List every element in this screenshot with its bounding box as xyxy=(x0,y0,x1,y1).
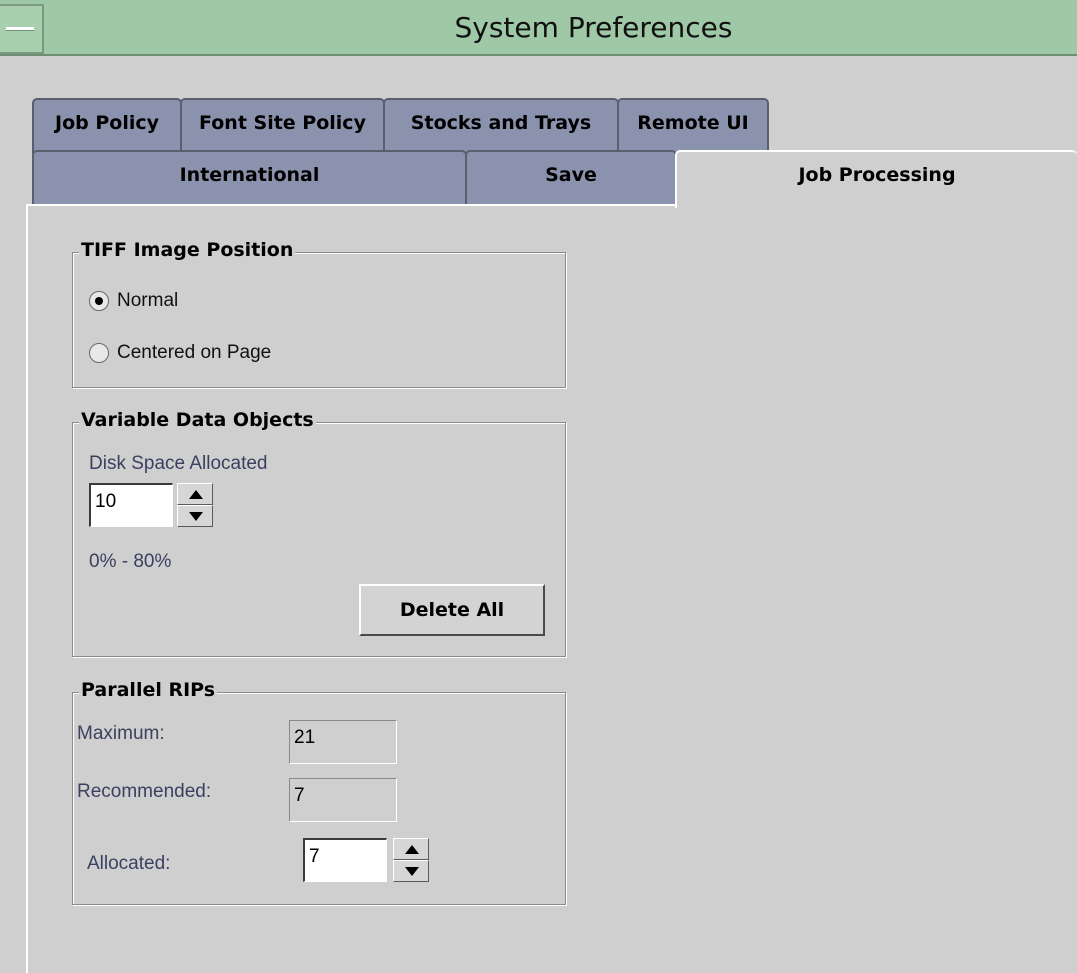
disk-space-decrement-button[interactable] xyxy=(177,505,213,527)
delete-all-button[interactable]: Delete All xyxy=(359,584,545,636)
radio-centered-label: Centered on Page xyxy=(117,342,272,363)
radio-normal[interactable]: Normal xyxy=(89,290,178,312)
disk-space-input[interactable]: 10 xyxy=(89,483,173,527)
tab-stocks-and-trays[interactable]: Stocks and Trays xyxy=(383,98,619,154)
radio-selected-icon xyxy=(89,291,109,311)
tab-international[interactable]: International xyxy=(32,150,467,206)
radio-centered-on-page[interactable]: Centered on Page xyxy=(89,342,271,364)
disk-space-spinner xyxy=(177,483,213,527)
disk-space-increment-button[interactable] xyxy=(177,483,213,505)
tab-job-processing[interactable]: Job Processing xyxy=(675,150,1077,208)
arrow-down-icon xyxy=(189,512,203,521)
allocated-decrement-button[interactable] xyxy=(393,860,429,882)
title-bar: System Preferences xyxy=(0,0,1077,56)
tab-font-site-policy[interactable]: Font Site Policy xyxy=(180,98,385,154)
tab-job-policy[interactable]: Job Policy xyxy=(32,98,182,154)
tiff-image-position-group: TIFF Image Position Normal Centered on P… xyxy=(72,239,566,388)
parallel-rips-group: Parallel RIPs Maximum: 21 Recommended: 7… xyxy=(72,679,566,905)
recommended-value: 7 xyxy=(289,778,397,822)
maximum-label: Maximum: xyxy=(77,723,165,744)
tiff-image-position-legend: TIFF Image Position xyxy=(79,239,296,261)
disk-space-range-label: 0% - 80% xyxy=(89,551,172,572)
arrow-down-icon xyxy=(405,867,419,876)
tab-remote-ui[interactable]: Remote UI xyxy=(617,98,769,154)
window-title: System Preferences xyxy=(454,11,733,44)
tab-save[interactable]: Save xyxy=(465,150,677,206)
job-processing-panel: TIFF Image Position Normal Centered on P… xyxy=(26,204,1077,973)
variable-data-objects-group: Variable Data Objects Disk Space Allocat… xyxy=(72,409,566,657)
recommended-label: Recommended: xyxy=(77,781,212,802)
variable-data-objects-legend: Variable Data Objects xyxy=(79,409,316,431)
arrow-up-icon xyxy=(189,490,203,499)
allocated-increment-button[interactable] xyxy=(393,838,429,860)
allocated-label: Allocated: xyxy=(87,853,171,874)
disk-space-label: Disk Space Allocated xyxy=(89,453,268,474)
allocated-spinner xyxy=(393,838,429,882)
allocated-input[interactable]: 7 xyxy=(303,838,387,882)
parallel-rips-legend: Parallel RIPs xyxy=(79,679,218,701)
arrow-up-icon xyxy=(405,845,419,854)
maximum-value: 21 xyxy=(289,720,397,764)
radio-normal-label: Normal xyxy=(117,290,179,311)
radio-unselected-icon xyxy=(89,343,109,363)
